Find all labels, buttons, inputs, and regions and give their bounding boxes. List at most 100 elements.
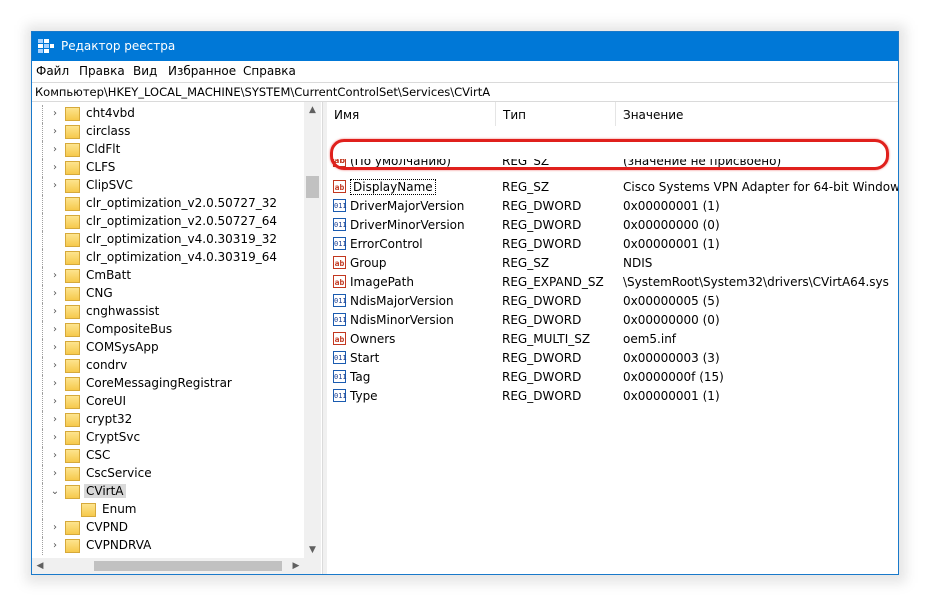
tree-guide-line <box>42 375 43 393</box>
chevron-right-icon[interactable]: › <box>50 396 60 408</box>
chevron-right-icon[interactable]: › <box>50 468 60 480</box>
menu-file[interactable]: Файл <box>36 64 69 78</box>
tree-guide-line <box>42 519 43 537</box>
column-header-name[interactable]: Имя <box>334 108 359 122</box>
value-row[interactable]: 011 Tag REG_DWORD 0x0000000f (15) <box>327 368 898 387</box>
folder-icon <box>65 251 80 265</box>
value-row[interactable]: 011 Start REG_DWORD 0x00000003 (3) <box>327 349 898 368</box>
tree-item[interactable]: › CSC <box>32 447 307 465</box>
chevron-right-icon[interactable]: › <box>50 162 60 174</box>
scroll-thumb[interactable] <box>94 561 282 571</box>
tree-item[interactable]: › crypt32 <box>32 411 307 429</box>
chevron-right-icon[interactable]: › <box>50 522 60 534</box>
value-row[interactable]: 011 DriverMajorVersion REG_DWORD 0x00000001… <box>327 197 898 216</box>
tree-item[interactable]: Enum <box>32 501 307 519</box>
tree-item[interactable]: › circlass <box>32 123 307 141</box>
tree-item-label: clr_optimization_v4.0.30319_32 <box>86 232 277 246</box>
scroll-down-icon[interactable]: ▼ <box>304 542 321 558</box>
tree-item[interactable]: › CVPNDRVA <box>32 537 307 555</box>
chevron-right-icon[interactable]: › <box>50 378 60 390</box>
tree-item[interactable]: › cnghwassist <box>32 303 307 321</box>
value-row[interactable]: 011 NdisMinorVersion REG_DWORD 0x00000000 (… <box>327 311 898 330</box>
tree-horizontal-scrollbar[interactable]: ◀ ▶ <box>32 558 304 574</box>
column-divider[interactable] <box>615 102 616 126</box>
address-path[interactable]: Компьютер\HKEY_LOCAL_MACHINE\SYSTEM\Curr… <box>35 85 490 99</box>
value-row[interactable]: 011 Type REG_DWORD 0x00000001 (1) <box>327 387 898 406</box>
chevron-down-icon[interactable]: ⌄ <box>50 486 60 498</box>
value-name: NdisMinorVersion <box>350 313 454 327</box>
column-header-value[interactable]: Значение <box>623 108 683 122</box>
tree-item[interactable]: › CLFS <box>32 159 307 177</box>
tree-item[interactable]: › ClipSVC <box>32 177 307 195</box>
value-row[interactable]: 011 NdisMajorVersion REG_DWORD 0x00000005 (… <box>327 292 898 311</box>
scroll-left-icon[interactable]: ◀ <box>32 558 48 574</box>
tree-guide-line <box>42 429 43 447</box>
value-type: REG_SZ <box>502 180 550 194</box>
value-row[interactable]: ab ImagePath REG_EXPAND_SZ \SystemRoot\Syst… <box>327 273 898 292</box>
title-bar[interactable]: Редактор реестра <box>32 32 898 61</box>
tree-item-label: cht4vbd <box>86 106 135 120</box>
menu-edit[interactable]: Правка <box>79 64 125 78</box>
binary-value-icon: 011 <box>333 218 347 231</box>
tree-item[interactable]: › COMSysApp <box>32 339 307 357</box>
value-row[interactable]: 011 ErrorControl REG_DWORD 0x00000001 (1) <box>327 235 898 254</box>
chevron-right-icon[interactable]: › <box>50 414 60 426</box>
tree-guide-line <box>42 339 43 357</box>
tree-item[interactable]: › CscService <box>32 465 307 483</box>
chevron-right-icon[interactable]: › <box>50 432 60 444</box>
chevron-right-icon[interactable]: › <box>50 342 60 354</box>
tree-item[interactable]: › CoreUI <box>32 393 307 411</box>
column-divider[interactable] <box>495 102 496 126</box>
tree-item[interactable]: › CryptSvc <box>32 429 307 447</box>
tree-item[interactable]: › cht4vbd <box>32 105 307 123</box>
chevron-right-icon[interactable]: › <box>50 306 60 318</box>
tree-item[interactable]: › CompositeBus <box>32 321 307 339</box>
tree-item[interactable]: › condrv <box>32 357 307 375</box>
value-row[interactable]: 011 DriverMinorVersion REG_DWORD 0x00000000… <box>327 216 898 235</box>
folder-icon <box>65 341 80 355</box>
tree-guide-line <box>42 231 43 249</box>
tree-item[interactable]: clr_optimization_v4.0.30319_64 <box>32 249 307 267</box>
scroll-up-icon[interactable]: ▲ <box>304 102 321 118</box>
chevron-right-icon[interactable]: › <box>50 270 60 282</box>
chevron-right-icon[interactable]: › <box>50 324 60 336</box>
address-bar[interactable]: Компьютер\HKEY_LOCAL_MACHINE\SYSTEM\Curr… <box>32 82 898 102</box>
chevron-right-icon[interactable]: › <box>50 360 60 372</box>
tree-item[interactable]: ⌄ CVirtA <box>32 483 307 501</box>
tree-guide-line <box>42 267 43 285</box>
tree-item[interactable]: › CNG <box>32 285 307 303</box>
menu-favorites[interactable]: Избранное <box>168 64 236 78</box>
value-row[interactable]: ab Group REG_SZ NDIS <box>327 254 898 273</box>
chevron-right-icon[interactable]: › <box>50 540 60 552</box>
chevron-right-icon[interactable]: › <box>50 108 60 120</box>
value-row[interactable]: ab DisplayName REG_SZ Cisco Systems VPN Ada… <box>327 178 898 197</box>
tree-guide-line <box>42 123 43 141</box>
folder-icon <box>65 305 80 319</box>
tree-item[interactable]: clr_optimization_v4.0.30319_32 <box>32 231 307 249</box>
tree-item-label: CVPND <box>86 520 129 534</box>
tree-item[interactable]: › CldFlt <box>32 141 307 159</box>
binary-value-icon: 011 <box>333 351 347 364</box>
menu-view[interactable]: Вид <box>133 64 157 78</box>
string-value-icon: ab <box>333 275 346 288</box>
tree-item[interactable]: › CoreMessagingRegistrar <box>32 375 307 393</box>
chevron-right-icon[interactable]: › <box>50 450 60 462</box>
tree-item[interactable]: clr_optimization_v2.0.50727_64 <box>32 213 307 231</box>
column-header-type[interactable]: Тип <box>503 108 526 122</box>
scroll-right-icon[interactable]: ▶ <box>288 558 304 574</box>
tree-guide-line <box>42 177 43 195</box>
scroll-thumb[interactable] <box>306 176 319 198</box>
tree-vertical-scrollbar[interactable]: ▲ ▼ <box>304 102 321 558</box>
chevron-right-icon[interactable]: › <box>50 180 60 192</box>
tree-item[interactable]: › CVPND <box>32 519 307 537</box>
chevron-right-icon[interactable]: › <box>50 144 60 156</box>
tree-item[interactable]: clr_optimization_v2.0.50727_32 <box>32 195 307 213</box>
chevron-right-icon[interactable]: › <box>50 126 60 138</box>
menu-help[interactable]: Справка <box>243 64 296 78</box>
value-name: DisplayName <box>350 179 436 195</box>
value-row[interactable]: ab Owners REG_MULTI_SZ oem5.inf <box>327 330 898 349</box>
tree-item[interactable]: › CmBatt <box>32 267 307 285</box>
folder-icon <box>65 215 80 229</box>
chevron-right-icon[interactable]: › <box>50 288 60 300</box>
folder-icon <box>65 125 80 139</box>
